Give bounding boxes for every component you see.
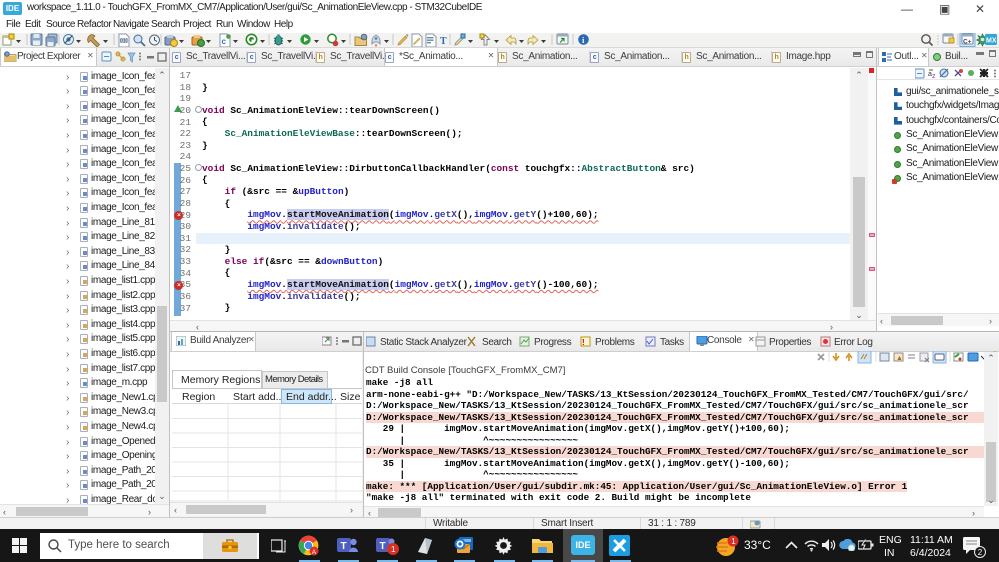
svg-text:C+: C+: [963, 39, 972, 46]
svg-text:c: c: [222, 37, 227, 46]
svg-text:1: 1: [731, 537, 736, 546]
svg-text:T: T: [440, 36, 447, 47]
svg-text:T: T: [380, 541, 386, 552]
svg-text:2: 2: [978, 548, 983, 557]
svg-text:010: 010: [120, 39, 129, 45]
svg-text:▲: ▲: [896, 355, 903, 362]
svg-text:1: 1: [391, 545, 396, 554]
svg-text:T: T: [341, 541, 347, 552]
svg-text:A: A: [312, 549, 317, 556]
svg-text:z: z: [932, 73, 936, 79]
svg-text:!: !: [582, 338, 585, 347]
svg-text:MX: MX: [986, 38, 997, 45]
